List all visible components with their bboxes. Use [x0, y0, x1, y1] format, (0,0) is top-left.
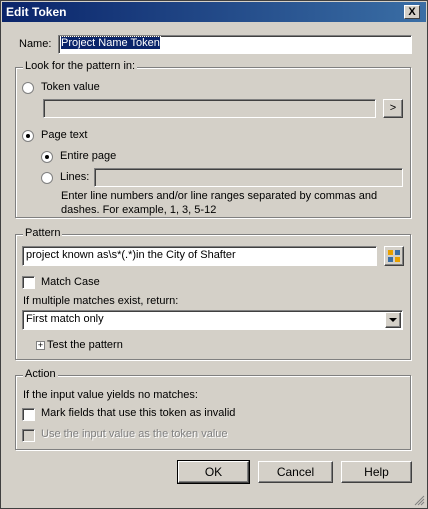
regex-builder-icon: [388, 250, 400, 262]
token-value-browse-button[interactable]: >: [383, 99, 403, 118]
pattern-legend: Pattern: [23, 227, 63, 239]
help-button[interactable]: Help: [341, 461, 412, 483]
name-input[interactable]: Project Name Token: [58, 35, 412, 54]
expand-plus-icon[interactable]: +: [36, 341, 45, 350]
no-match-label: If the input value yields no matches:: [23, 389, 198, 401]
match-case-label: Match Case: [41, 276, 100, 288]
name-input-value: Project Name Token: [60, 36, 161, 50]
pattern-input[interactable]: project known as\s*(.*)in the City of Sh…: [22, 246, 377, 266]
chevron-down-icon: [389, 318, 397, 322]
action-legend: Action: [23, 368, 58, 380]
resize-grip-icon[interactable]: [413, 494, 425, 506]
entire-page-radio[interactable]: [41, 151, 53, 163]
regex-builder-button[interactable]: [384, 246, 404, 266]
multiple-matches-value: First match only: [26, 313, 104, 325]
edit-token-dialog: Edit Token X Name: Project Name Token Lo…: [0, 0, 428, 509]
token-value-label: Token value: [41, 81, 100, 93]
look-for-legend: Look for the pattern in:: [23, 60, 138, 72]
multiple-matches-select[interactable]: First match only: [22, 310, 403, 330]
dropdown-button[interactable]: [385, 312, 401, 328]
lines-label: Lines:: [60, 171, 90, 183]
multiple-matches-label: If multiple matches exist, return:: [23, 295, 179, 307]
mark-invalid-checkbox[interactable]: [22, 408, 35, 421]
page-text-radio[interactable]: [22, 130, 34, 142]
close-button[interactable]: X: [404, 5, 420, 19]
lines-input[interactable]: [94, 168, 403, 187]
dialog-title: Edit Token: [6, 5, 67, 19]
entire-page-label: Entire page: [60, 150, 117, 162]
page-text-label: Page text: [41, 129, 88, 141]
test-pattern-link[interactable]: Test the pattern: [47, 339, 123, 351]
lines-hint-line1: Enter line numbers and/or line ranges se…: [61, 190, 378, 202]
close-icon: X: [408, 6, 416, 18]
title-bar[interactable]: Edit Token X: [2, 2, 426, 22]
name-label: Name:: [19, 38, 52, 50]
match-case-checkbox[interactable]: [22, 276, 35, 289]
cancel-button[interactable]: Cancel: [258, 461, 333, 483]
use-input-checkbox[interactable]: [22, 429, 35, 442]
lines-hint-line2: dashes. For example, 1, 3, 5-12: [61, 204, 217, 216]
pattern-input-value: project known as\s*(.*)in the City of Sh…: [26, 249, 236, 261]
mark-invalid-label: Mark fields that use this token as inval…: [41, 407, 236, 419]
token-value-input[interactable]: [43, 99, 376, 118]
ok-button[interactable]: OK: [177, 460, 250, 484]
token-value-radio[interactable]: [22, 82, 34, 94]
lines-radio[interactable]: [41, 172, 53, 184]
use-input-label: Use the input value as the token value: [41, 428, 228, 440]
